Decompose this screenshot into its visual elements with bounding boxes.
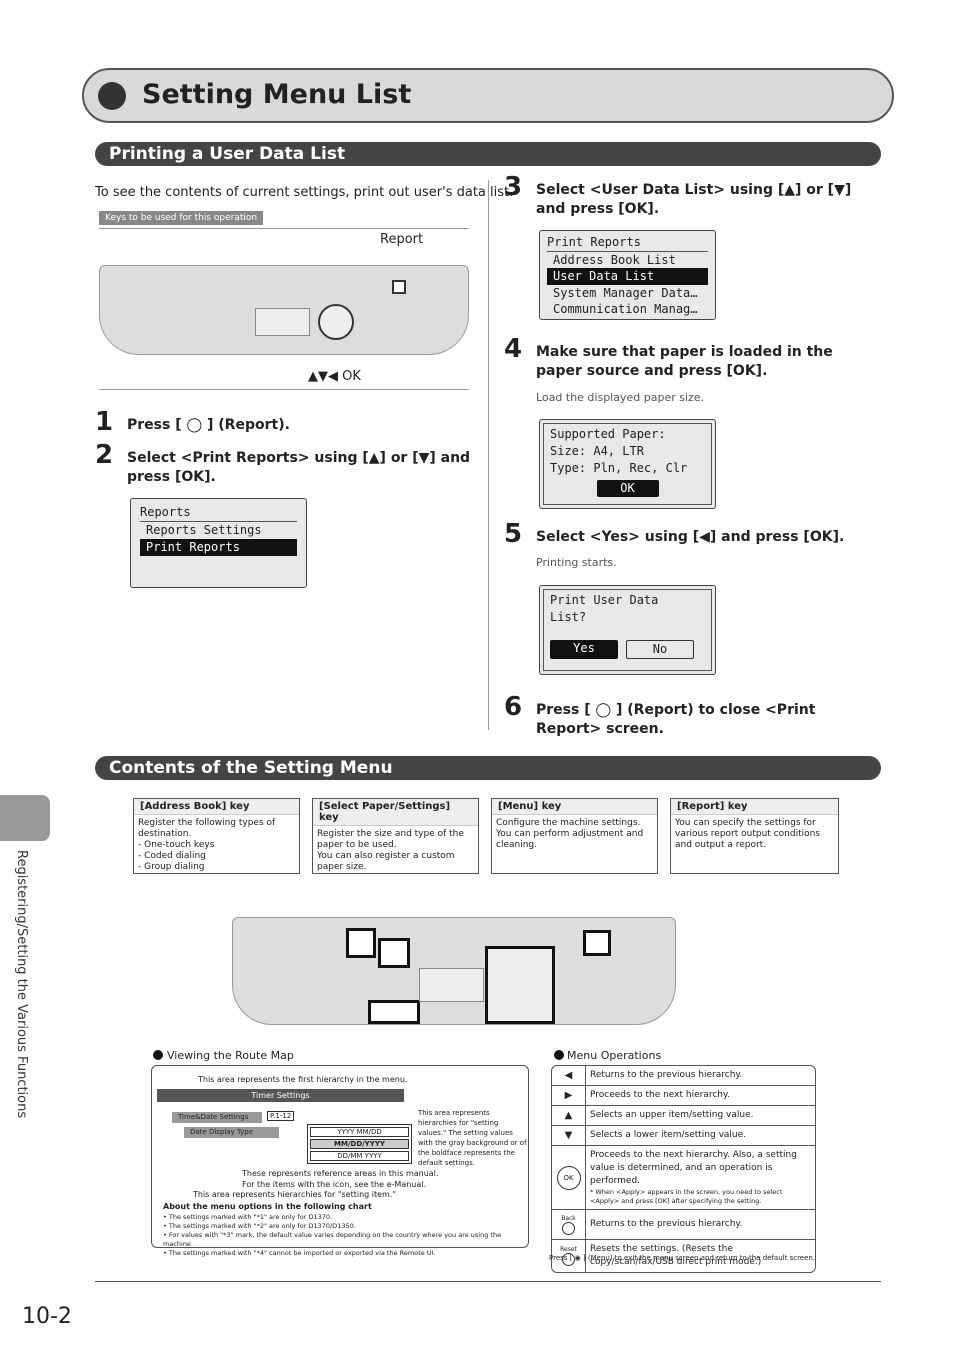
lcd-screen: Print Reports Address Book List User Dat… [539,230,716,320]
lcd-line-selected: Print Reports [140,539,297,556]
step-text: Make sure that paper is loaded in the pa… [536,344,833,379]
nav-ok-label: ▲▼◀ OK [308,369,361,384]
route-map-legend: This area represents the first hierarchy… [151,1065,529,1257]
lcd-line: Print User Data [550,593,659,607]
lcd-line: Print Reports [547,234,708,252]
ok-key-icon: OK [556,1165,581,1190]
step-number: 3 [504,172,523,202]
step-text: Select <User Data List> using [▲] or [▼]… [536,182,852,217]
nav-keys-illustration [318,304,354,340]
side-tab[interactable] [0,795,50,841]
ok-button[interactable]: OK [596,480,659,497]
step-text: Press [ ◯ ] (Report) to close <Print Rep… [536,702,816,737]
step-number: 4 [504,334,523,364]
bullet-icon [98,82,126,110]
key-box-select-paper: [Select Paper/Settings] key Register the … [312,798,479,874]
lcd-line: Type: Pln, Rec, Clr [550,461,688,475]
back-key-icon [562,1221,575,1235]
section-title: Printing a User Data List [95,142,881,166]
step-number: 6 [504,692,523,722]
right-arrow-icon: ▶ [552,1086,586,1105]
menu-operations-table: ◀ Returns to the previous hierarchy. ▶ Pro… [551,1065,816,1273]
lcd-screen: Print User Data List? Yes No [539,585,716,675]
step-text: Press [ ◯ ] (Report). [127,417,290,433]
lcd-line: Reports Settings [146,523,262,537]
route-map-title: Viewing the Route Map [167,1049,294,1062]
page-number: 10-2 [22,1304,72,1329]
section-title: Contents of the Setting Menu [95,756,881,780]
lcd-line: System Manager Data… [553,285,698,300]
step-text: Select <Print Reports> using [▲] or [▼] … [127,450,471,485]
lcd-line: Size: A4, LTR [550,444,644,458]
side-tab-label: Registering/Setting the Various Function… [14,850,29,1119]
display-illustration [255,308,310,336]
down-arrow-icon: ▼ [552,1126,586,1145]
yes-button[interactable]: Yes [550,640,618,659]
page-title-bar: Setting Menu List [82,68,894,123]
menu-operations-title: Menu Operations [567,1049,662,1062]
key-box-report: [Report] key You can specify the settings… [670,798,839,874]
key-box-menu: [Menu] key Configure the machine settings… [491,798,658,874]
lcd-line: Communication Manag… [553,302,698,316]
control-panel-illustration [232,917,676,1025]
page-title: Setting Menu List [142,79,412,110]
lcd-line: Supported Paper: [550,427,666,441]
key-box-address-book: [Address Book] key Register the following… [133,798,300,874]
report-label: Report [380,232,424,247]
lcd-line: List? [550,610,587,624]
lcd-screen: Supported Paper: Size: A4, LTR Type: Pln… [539,419,716,509]
lcd-line: Reports [140,504,297,522]
no-button[interactable]: No [626,640,694,659]
left-arrow-icon: ◀ [552,1066,586,1085]
lcd-line: Address Book List [553,252,676,267]
step-number: 2 [95,440,114,470]
step-note: Load the displayed paper size. [536,391,705,404]
step-text: Select <Yes> using [◀] and press [OK]. [536,529,845,545]
intro-text: To see the contents of current settings,… [95,185,514,200]
control-panel-illustration [99,265,469,355]
step-number: 1 [95,407,114,437]
step-number: 5 [504,519,523,549]
report-key-illustration [392,280,406,294]
keys-label: Keys to be used for this operation [99,211,264,225]
step-note: Printing starts. [536,556,617,569]
lcd-line-selected: User Data List [547,268,708,285]
menu-ops-footer: Press [ ◉ ] (Menu) to exit the menu scre… [549,1254,816,1262]
lcd-screen: Reports Reports Settings Print Reports [130,498,307,588]
up-arrow-icon: ▲ [552,1106,586,1125]
